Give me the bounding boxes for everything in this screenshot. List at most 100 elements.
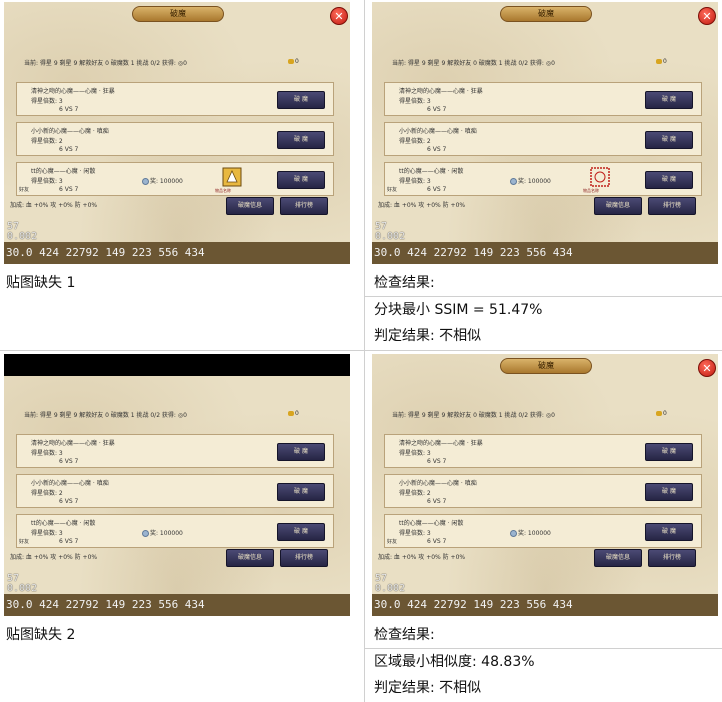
prize-caption: 物品名称 bbox=[583, 188, 599, 193]
vs-score: 6 VS 7 bbox=[59, 186, 79, 193]
close-icon[interactable]: ✕ bbox=[330, 7, 348, 25]
debug-frametime: 0.002 bbox=[7, 231, 38, 242]
game-dialog: 当前: 得星 9 剩星 9 解救好友 0 破魔数 1 挑战 0/2 获得: ◎0… bbox=[4, 354, 350, 616]
star-multiplier: 得星倍数: 3 bbox=[399, 450, 431, 457]
reward: 奖: 100000 bbox=[510, 176, 551, 185]
gem-icon bbox=[142, 530, 149, 537]
star-multiplier: 得星倍数: 3 bbox=[31, 530, 63, 537]
grid-divider-vertical bbox=[364, 0, 365, 702]
dialog-title: 破魔 bbox=[132, 6, 224, 22]
star-multiplier: 得星倍数: 3 bbox=[399, 530, 431, 537]
reward-value: 奖: 100000 bbox=[150, 530, 183, 537]
reward-value: 奖: 100000 bbox=[518, 530, 551, 537]
demon-info-button[interactable]: 破魔信息 bbox=[226, 549, 274, 567]
debug-statusbar: 30.0 424 22792 149 223 556 434 bbox=[372, 242, 718, 264]
break-demon-button[interactable]: 破 魔 bbox=[277, 443, 325, 461]
list-item: 清神之吻的心魔——心魔 · 狂暴 得星倍数: 36 VS 7 破 魔 bbox=[384, 434, 702, 468]
gem-icon bbox=[510, 530, 517, 537]
dialog-title: 破魔 bbox=[500, 6, 592, 22]
demon-info-button[interactable]: 破魔信息 bbox=[594, 549, 642, 567]
star-multiplier: 得星倍数: 3 bbox=[31, 98, 63, 105]
star-multiplier: 得星倍数: 2 bbox=[399, 138, 431, 145]
gem-icon bbox=[510, 178, 517, 185]
demon-name: tt的心魔——心魔 · 闲散 bbox=[399, 168, 464, 175]
break-demon-button[interactable]: 破 魔 bbox=[645, 443, 693, 461]
bonus-line: 加成: 血 +0% 攻 +0% 防 +0% bbox=[10, 554, 98, 561]
break-demon-button[interactable]: 破 魔 bbox=[277, 171, 325, 189]
vs-score: 6 VS 7 bbox=[427, 458, 447, 465]
debug-statusbar: 30.0 424 22792 149 223 556 434 bbox=[4, 242, 350, 264]
stats-line: 当前: 得星 9 剩星 9 解救好友 0 破魔数 1 挑战 0/2 获得: ◎0 bbox=[24, 412, 187, 419]
close-icon[interactable]: ✕ bbox=[698, 7, 716, 25]
vs-score: 6 VS 7 bbox=[59, 458, 79, 465]
screenshot-panel-3: 当前: 得星 9 剩星 9 解救好友 0 破魔数 1 挑战 0/2 获得: ◎0… bbox=[4, 354, 350, 616]
gold-coin-icon bbox=[288, 59, 294, 64]
list-item: 清神之吻的心魔——心魔 · 狂暴 得星倍数: 36 VS 7 破 魔 bbox=[384, 82, 702, 116]
star-multiplier: 得星倍数: 3 bbox=[31, 178, 63, 185]
break-demon-button[interactable]: 破 魔 bbox=[645, 483, 693, 501]
reward: 奖: 100000 bbox=[142, 176, 183, 185]
demon-info-button[interactable]: 破魔信息 bbox=[226, 197, 274, 215]
break-demon-button[interactable]: 破 魔 bbox=[277, 91, 325, 109]
break-demon-button[interactable]: 破 魔 bbox=[645, 171, 693, 189]
demon-name: 清神之吻的心魔——心魔 · 狂暴 bbox=[31, 440, 115, 447]
gold-counter: 0 bbox=[288, 410, 299, 417]
star-multiplier: 得星倍数: 2 bbox=[31, 138, 63, 145]
stats-line: 当前: 得星 9 剩星 9 解救好友 0 破魔数 1 挑战 0/2 获得: ◎0 bbox=[392, 412, 555, 419]
vs-score: 6 VS 7 bbox=[427, 186, 447, 193]
break-demon-button[interactable]: 破 魔 bbox=[645, 131, 693, 149]
demon-name: tt的心魔——心魔 · 闲散 bbox=[31, 520, 96, 527]
case2-label: 贴图缺失 2 bbox=[6, 627, 76, 643]
vs-score: 6 VS 7 bbox=[59, 146, 79, 153]
bonus-line: 加成: 血 +0% 攻 +0% 防 +0% bbox=[10, 202, 98, 209]
friend-tag: 好友 bbox=[19, 187, 30, 193]
list-item: tt的心魔——心魔 · 闲散 得星倍数: 36 VS 7 好友 奖: 100000 破 … bbox=[16, 514, 334, 548]
list-item: 小小新的心魔——心魔 · 嗔痴 得星倍数: 26 VS 7 破 魔 bbox=[384, 474, 702, 508]
vs-score: 6 VS 7 bbox=[427, 106, 447, 113]
stats-line: 当前: 得星 9 剩星 9 解救好友 0 破魔数 1 挑战 0/2 获得: ◎0 bbox=[392, 60, 555, 67]
game-dialog: 破魔 ✕ 当前: 得星 9 剩星 9 解救好友 0 破魔数 1 挑战 0/2 获得:… bbox=[372, 354, 718, 616]
ranking-button[interactable]: 排行榜 bbox=[648, 197, 696, 215]
list-item: tt的心魔——心魔 · 闲散 得星倍数: 36 VS 7 好友 奖: 100000 物品… bbox=[16, 162, 334, 196]
gold-value: 0 bbox=[663, 58, 667, 65]
game-dialog: 破魔 ✕ 当前: 得星 9 剩星 9 解救好友 0 破魔数 1 挑战 0/2 获得:… bbox=[372, 2, 718, 264]
missing-texture-area bbox=[4, 354, 350, 376]
friend-tag: 好友 bbox=[387, 539, 398, 545]
dialog-titlebar: 破魔 ✕ bbox=[4, 2, 350, 26]
grid-divider bbox=[364, 296, 722, 297]
gold-value: 0 bbox=[295, 410, 299, 417]
stats-line: 当前: 得星 9 剩星 9 解救好友 0 破魔数 1 挑战 0/2 获得: ◎0 bbox=[24, 60, 187, 67]
vs-score: 6 VS 7 bbox=[59, 106, 79, 113]
break-demon-button[interactable]: 破 魔 bbox=[645, 91, 693, 109]
debug-statusbar: 30.0 424 22792 149 223 556 434 bbox=[372, 594, 718, 616]
debug-frametime: 0.002 bbox=[375, 231, 406, 242]
gold-value: 0 bbox=[295, 58, 299, 65]
prize-caption: 物品名称 bbox=[215, 188, 231, 193]
ranking-button[interactable]: 排行榜 bbox=[280, 197, 328, 215]
demon-name: tt的心魔——心魔 · 闲散 bbox=[399, 520, 464, 527]
vs-score: 6 VS 7 bbox=[59, 498, 79, 505]
vs-score: 6 VS 7 bbox=[59, 538, 79, 545]
ranking-button[interactable]: 排行榜 bbox=[280, 549, 328, 567]
dialog-titlebar: 破魔 ✕ bbox=[372, 354, 718, 378]
dialog-title: 破魔 bbox=[500, 358, 592, 374]
close-icon[interactable]: ✕ bbox=[698, 359, 716, 377]
case2-verdict: 判定结果: 不相似 bbox=[374, 680, 482, 696]
vs-score: 6 VS 7 bbox=[427, 146, 447, 153]
debug-frametime: 0.002 bbox=[7, 583, 38, 594]
break-demon-button[interactable]: 破 魔 bbox=[277, 131, 325, 149]
screenshot-panel-2: 破魔 ✕ 当前: 得星 9 剩星 9 解救好友 0 破魔数 1 挑战 0/2 获得:… bbox=[372, 2, 718, 264]
break-demon-button[interactable]: 破 魔 bbox=[277, 523, 325, 541]
list-item: 小小新的心魔——心魔 · 嗔痴 得星倍数: 26 VS 7 破 魔 bbox=[384, 122, 702, 156]
break-demon-button[interactable]: 破 魔 bbox=[645, 523, 693, 541]
break-demon-button[interactable]: 破 魔 bbox=[277, 483, 325, 501]
gem-icon bbox=[142, 178, 149, 185]
case1-check-heading: 检查结果: bbox=[374, 275, 435, 291]
demon-info-button[interactable]: 破魔信息 bbox=[594, 197, 642, 215]
demon-name: 清神之吻的心魔——心魔 · 狂暴 bbox=[31, 88, 115, 95]
gold-value: 0 bbox=[663, 410, 667, 417]
demon-name: 小小新的心魔——心魔 · 嗔痴 bbox=[31, 480, 109, 487]
grid-divider bbox=[364, 648, 722, 649]
ranking-button[interactable]: 排行榜 bbox=[648, 549, 696, 567]
case2-check-heading: 检查结果: bbox=[374, 627, 435, 643]
